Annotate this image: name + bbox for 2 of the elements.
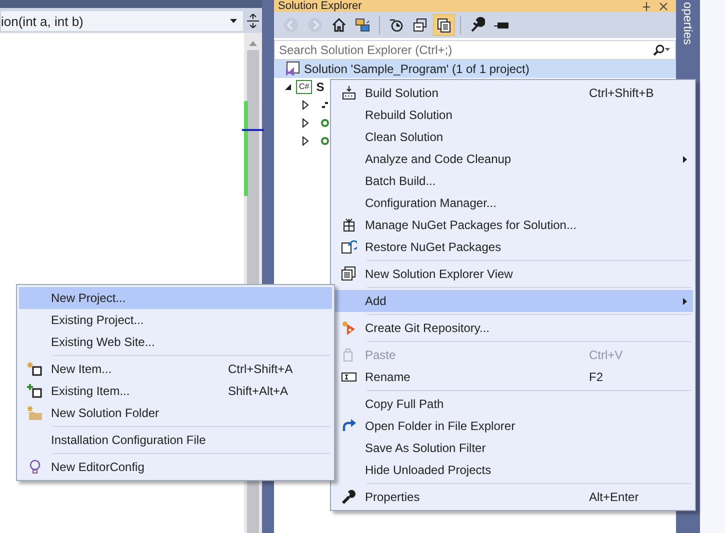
panel-title: Solution Explorer xyxy=(278,0,363,12)
project-badge: C# xyxy=(296,80,312,94)
